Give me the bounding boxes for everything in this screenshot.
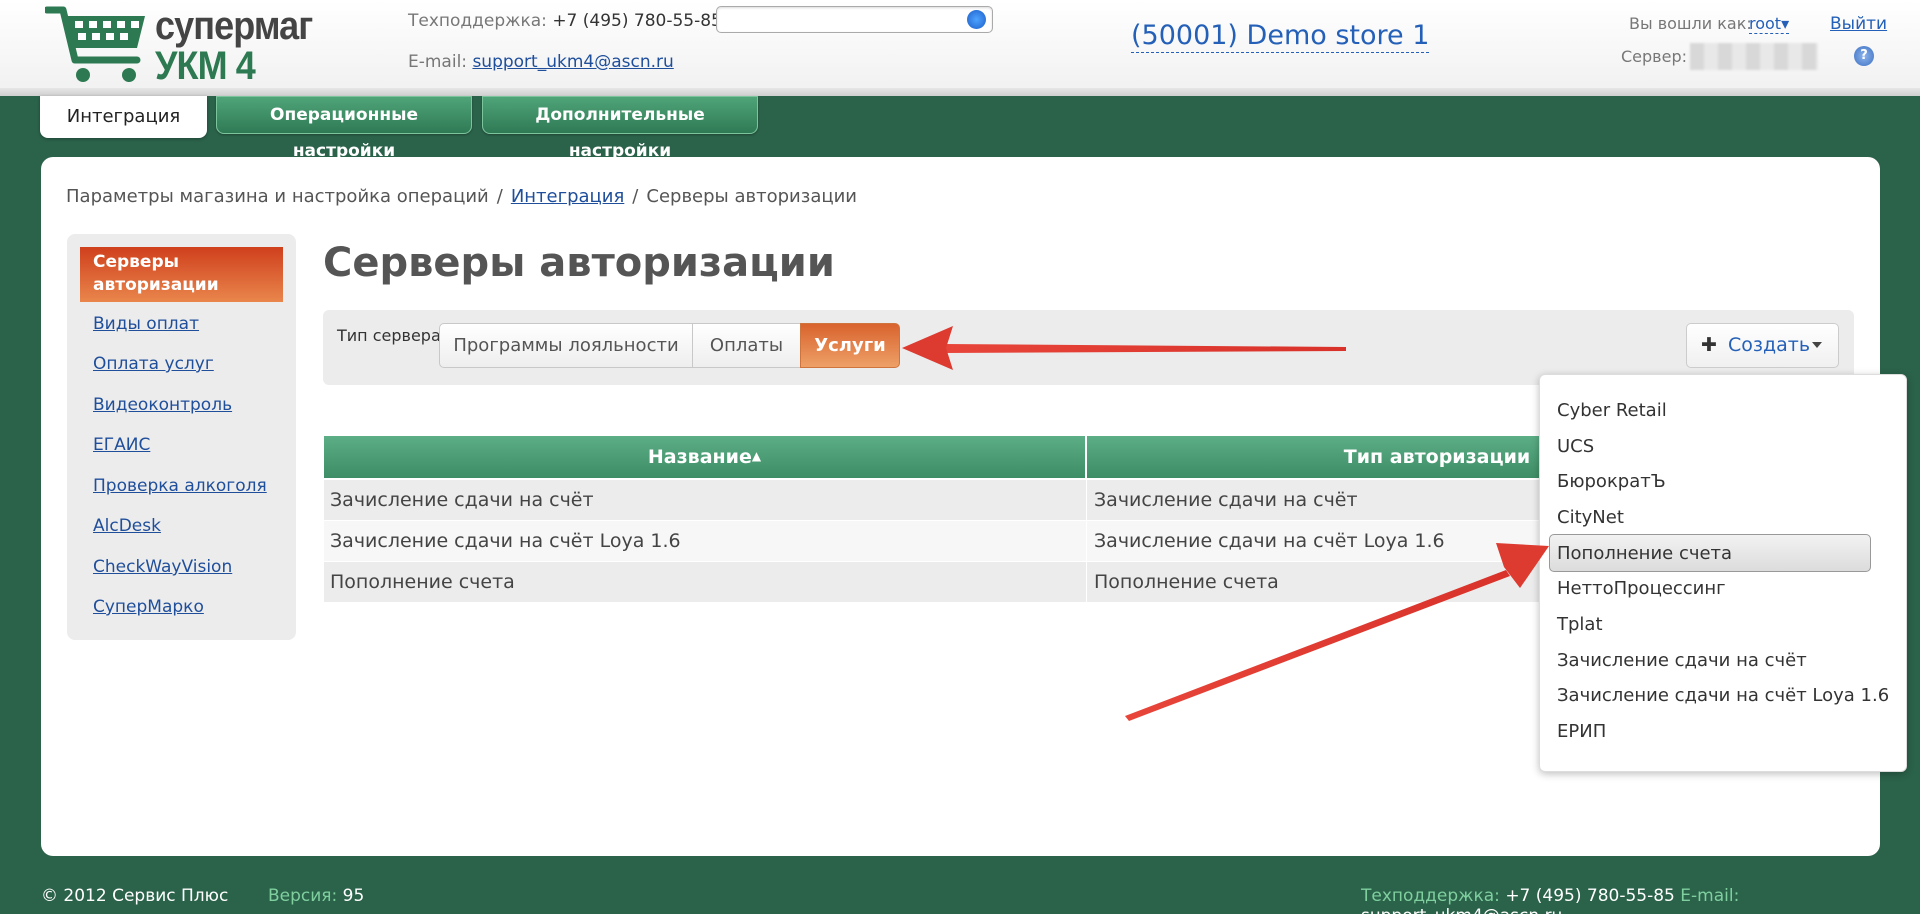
menu-item-cyber-retail[interactable]: Cyber Retail — [1557, 400, 1667, 421]
plus-icon: ✚ — [1701, 334, 1717, 356]
search-icon[interactable] — [967, 10, 986, 29]
sidebar-item-alcdesk[interactable]: AlcDesk — [93, 516, 161, 536]
help-icon[interactable]: ? — [1854, 46, 1874, 66]
sidebar-item-alcohol-check[interactable]: Проверка алкоголя — [93, 476, 267, 496]
breadcrumb-current: Серверы авторизации — [646, 186, 857, 207]
store-selector[interactable]: (50001) Demo store 1 — [1131, 20, 1430, 53]
footer-email-label: E-mail: — [1680, 886, 1740, 906]
sidebar-item-checkwayvision[interactable]: CheckWayVision — [93, 557, 232, 577]
shopping-cart-icon — [45, 6, 145, 82]
cell-name: Зачисление сдачи на счёт Loya 1.6 — [330, 530, 681, 552]
breadcrumb: Параметры магазина и настройка операций /… — [66, 186, 857, 207]
logo[interactable]: супермаг УКМ 4 — [45, 2, 313, 88]
create-dropdown-menu — [1539, 374, 1907, 772]
search-input[interactable] — [723, 9, 953, 29]
menu-item-change-to-account-loya[interactable]: Зачисление сдачи на счёт Loya 1.6 — [1557, 685, 1889, 706]
search-box — [716, 6, 993, 33]
breadcrumb-link-integration[interactable]: Интеграция — [511, 186, 624, 207]
menu-item-nettoprocessing[interactable]: НеттоПроцессинг — [1557, 578, 1726, 599]
server-type-label: Тип сервера: — [337, 326, 447, 345]
cell-auth-type: Пополнение счета — [1094, 571, 1279, 593]
menu-item-change-to-account[interactable]: Зачисление сдачи на счёт — [1557, 650, 1807, 671]
page-title: Серверы авторизации — [323, 240, 835, 286]
tab-operational-settings[interactable]: Операционные настройки — [216, 96, 472, 161]
cell-auth-type: Зачисление сдачи на счёт — [1094, 489, 1358, 511]
sidebar-item-auth-servers[interactable]: Серверы авторизации — [80, 247, 283, 302]
chevron-down-icon: ▾ — [1781, 14, 1790, 33]
footer-email-link[interactable]: support_ukm4@ascn.ru — [1361, 906, 1562, 914]
sidebar-item-supermarko[interactable]: СуперМарко — [93, 597, 204, 617]
logo-text-line2: УКМ 4 — [155, 44, 256, 88]
email-link[interactable]: support_ukm4@ascn.ru — [472, 52, 673, 72]
chevron-down-icon — [1812, 342, 1822, 348]
menu-item-citynet[interactable]: CityNet — [1557, 507, 1624, 528]
menu-item-erip[interactable]: ЕРИП — [1557, 721, 1606, 742]
cell-name: Пополнение счета — [330, 571, 515, 593]
footer-support-phone: +7 (495) 780-55-85 — [1505, 886, 1675, 906]
server-label: Сервер: — [1621, 47, 1687, 66]
menu-item-tplat[interactable]: Tplat — [1557, 614, 1603, 635]
email-label: E-mail: — [408, 52, 468, 72]
segment-services[interactable]: Услуги — [800, 323, 900, 368]
login-label: Вы вошли как: — [1629, 14, 1752, 33]
version-value: 95 — [342, 886, 365, 906]
header-email: E-mail: support_ukm4@ascn.ru — [408, 52, 674, 72]
sidebar-item-service-payment[interactable]: Оплата услуг — [93, 354, 214, 374]
menu-item-byurokrat[interactable]: БюрократЪ — [1557, 471, 1666, 492]
segment-loyalty-programs[interactable]: Программы лояльности — [439, 323, 693, 368]
footer-support-label: Техподдержка: — [1361, 886, 1500, 906]
footer-copyright: © 2012 Сервис Плюс — [41, 886, 229, 906]
support-label: Техподдержка: — [408, 11, 547, 31]
server-value-blurred — [1690, 43, 1818, 70]
sort-asc-icon: ▲ — [751, 449, 762, 463]
tab-integration[interactable]: Интеграция — [40, 96, 207, 138]
create-button[interactable]: ✚ Создать — [1686, 323, 1839, 368]
user-menu[interactable]: root▾ — [1749, 14, 1790, 34]
footer-support: Техподдержка: +7 (495) 780-55-85 E-mail:… — [1361, 886, 1920, 914]
menu-item-account-topup[interactable]: Пополнение счета — [1557, 543, 1732, 564]
sidebar-item-payment-types[interactable]: Виды оплат — [93, 314, 199, 334]
logo-text-line1: супермаг — [155, 4, 313, 48]
footer-version: Версия: 95 — [268, 886, 364, 906]
breadcrumb-root: Параметры магазина и настройка операций — [66, 186, 489, 207]
column-header-name[interactable]: Название▲ — [324, 436, 1086, 478]
create-button-label: Создать — [1728, 334, 1811, 356]
logout-link[interactable]: Выйти — [1830, 14, 1887, 34]
column-header-label: Название — [647, 446, 752, 468]
menu-item-ucs[interactable]: UCS — [1557, 436, 1594, 457]
cell-name: Зачисление сдачи на счёт — [330, 489, 594, 511]
header-divider — [0, 88, 1920, 96]
tab-additional-settings[interactable]: Дополнительные настройки — [482, 96, 758, 161]
sidebar-item-video-control[interactable]: Видеоконтроль — [93, 395, 232, 415]
support-phone: +7 (495) 780-55-85 — [552, 11, 722, 31]
version-label: Версия: — [268, 886, 338, 906]
sidebar-item-egais[interactable]: ЕГАИС — [93, 435, 150, 455]
cell-auth-type: Зачисление сдачи на счёт Loya 1.6 — [1094, 530, 1445, 552]
column-header-label: Тип авторизации — [1343, 446, 1531, 468]
segment-payments[interactable]: Оплаты — [692, 323, 801, 368]
header-support: Техподдержка: +7 (495) 780-55-85 — [408, 11, 722, 31]
user-name: root — [1749, 14, 1782, 33]
